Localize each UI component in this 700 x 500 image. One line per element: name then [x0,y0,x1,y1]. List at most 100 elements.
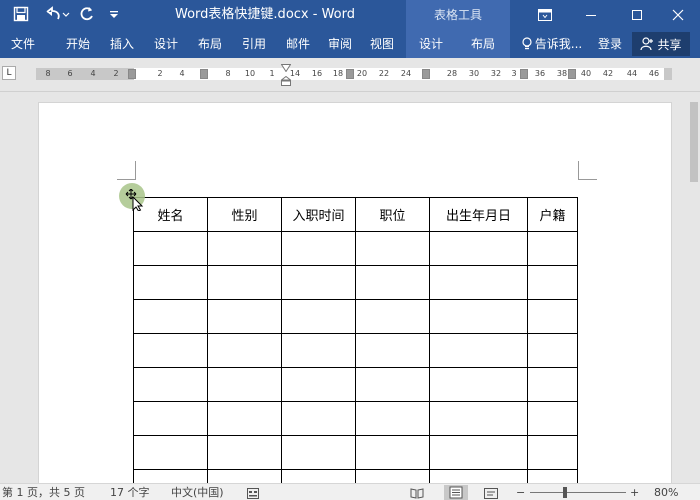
table-cell[interactable] [133,401,208,436]
table-cell[interactable] [207,435,282,470]
table-cell[interactable] [527,299,578,334]
table-cell[interactable] [355,265,430,300]
tab-layout[interactable]: 布局 [192,30,228,58]
table-cell[interactable] [207,231,282,266]
table-cell[interactable] [207,265,282,300]
table-cell[interactable] [429,469,528,483]
print-layout-icon[interactable] [444,485,468,500]
table-cell[interactable] [133,265,208,300]
redo-icon[interactable] [76,4,98,24]
table-cell[interactable] [355,231,430,266]
table-cell[interactable] [527,401,578,436]
table-cell[interactable] [527,231,578,266]
table-cell[interactable] [207,299,282,334]
table-cell[interactable] [355,469,430,483]
table-cell[interactable] [429,333,528,368]
tab-selector[interactable]: L [2,66,16,80]
minimize-icon[interactable] [568,0,614,30]
table-cell[interactable] [133,299,208,334]
table-cell[interactable] [133,231,208,266]
table-cell[interactable] [133,367,208,402]
tab-mailings[interactable]: 邮件 [280,30,316,58]
tab-view[interactable]: 视图 [364,30,400,58]
maximize-icon[interactable] [614,0,660,30]
language-indicator[interactable]: 中文(中国) [171,484,224,500]
word-count[interactable]: 17 个字 [110,484,150,500]
table-cell[interactable] [355,299,430,334]
table-cell[interactable] [281,231,356,266]
zoom-out-button[interactable]: − [516,484,525,500]
first-line-indent-marker[interactable] [281,64,291,72]
table-cell[interactable] [429,435,528,470]
tab-table-design[interactable]: 设计 [412,30,450,58]
table-cell[interactable] [281,401,356,436]
macro-icon[interactable] [247,487,259,500]
ribbon-display-icon[interactable] [522,0,568,30]
table-cell[interactable] [207,401,282,436]
table-cell[interactable] [429,231,528,266]
table-cell[interactable] [355,401,430,436]
zoom-level[interactable]: 80% [654,484,678,500]
tell-me-box[interactable]: 告诉我... [516,30,588,58]
column-marker[interactable] [346,69,354,79]
table-cell[interactable] [207,333,282,368]
table-cell[interactable] [527,435,578,470]
close-icon[interactable] [656,0,700,30]
undo-icon[interactable] [42,4,72,24]
header-cell-hometown[interactable]: 户籍 [527,197,578,232]
page[interactable]: 姓名 性别 入职时间 职位 出生年月日 户籍 [38,102,672,483]
save-icon[interactable] [10,4,32,24]
table-cell[interactable] [429,367,528,402]
tab-home[interactable]: 开始 [60,30,96,58]
zoom-in-button[interactable]: + [630,484,639,500]
table-cell[interactable] [133,469,208,483]
column-marker[interactable] [568,69,576,79]
table-cell[interactable] [281,469,356,483]
table-cell[interactable] [281,367,356,402]
web-layout-icon[interactable] [484,487,498,500]
tab-insert[interactable]: 插入 [104,30,140,58]
table-cell[interactable] [281,265,356,300]
table-cell[interactable] [281,333,356,368]
table-cell[interactable] [207,367,282,402]
page-count[interactable]: 第 1 页，共 5 页 [2,484,85,500]
table-cell[interactable] [207,469,282,483]
share-button[interactable]: 共享 [632,32,690,56]
table-cell[interactable] [527,367,578,402]
table-cell[interactable] [355,333,430,368]
table-cell[interactable] [527,265,578,300]
header-cell-hire-date[interactable]: 入职时间 [281,197,356,232]
column-marker[interactable] [520,69,528,79]
scrollbar-thumb[interactable] [690,102,698,182]
table-cell[interactable] [281,435,356,470]
table-cell[interactable] [281,299,356,334]
read-mode-icon[interactable] [410,487,424,500]
zoom-slider-thumb[interactable] [563,487,567,498]
table-cell[interactable] [133,435,208,470]
tab-review[interactable]: 审阅 [322,30,358,58]
tab-references[interactable]: 引用 [236,30,272,58]
table-cell[interactable] [355,367,430,402]
table-cell[interactable] [429,299,528,334]
tab-design[interactable]: 设计 [148,30,184,58]
customize-icon[interactable] [106,4,122,24]
tab-file[interactable]: 文件 [4,30,42,58]
table-cell[interactable] [355,435,430,470]
tab-table-layout[interactable]: 布局 [464,30,502,58]
column-marker[interactable] [128,69,136,79]
header-cell-birth-date[interactable]: 出生年月日 [429,197,528,232]
header-cell-position[interactable]: 职位 [355,197,430,232]
table-cell[interactable] [429,401,528,436]
zoom-slider-track[interactable] [530,492,626,493]
sign-in-link[interactable]: 登录 [592,30,628,58]
horizontal-ruler[interactable]: 8 6 4 2 2 4 8 10 1 14 16 18 20 22 24 28 … [36,68,672,80]
header-cell-gender[interactable]: 性别 [207,197,282,232]
table-cell[interactable] [429,265,528,300]
vertical-scrollbar[interactable] [688,92,700,483]
employee-table[interactable]: 姓名 性别 入职时间 职位 出生年月日 户籍 [133,197,578,483]
table-cell[interactable] [527,333,578,368]
table-cell[interactable] [133,333,208,368]
column-marker[interactable] [422,69,430,79]
hanging-indent-marker[interactable] [281,76,291,86]
column-marker[interactable] [200,69,208,79]
